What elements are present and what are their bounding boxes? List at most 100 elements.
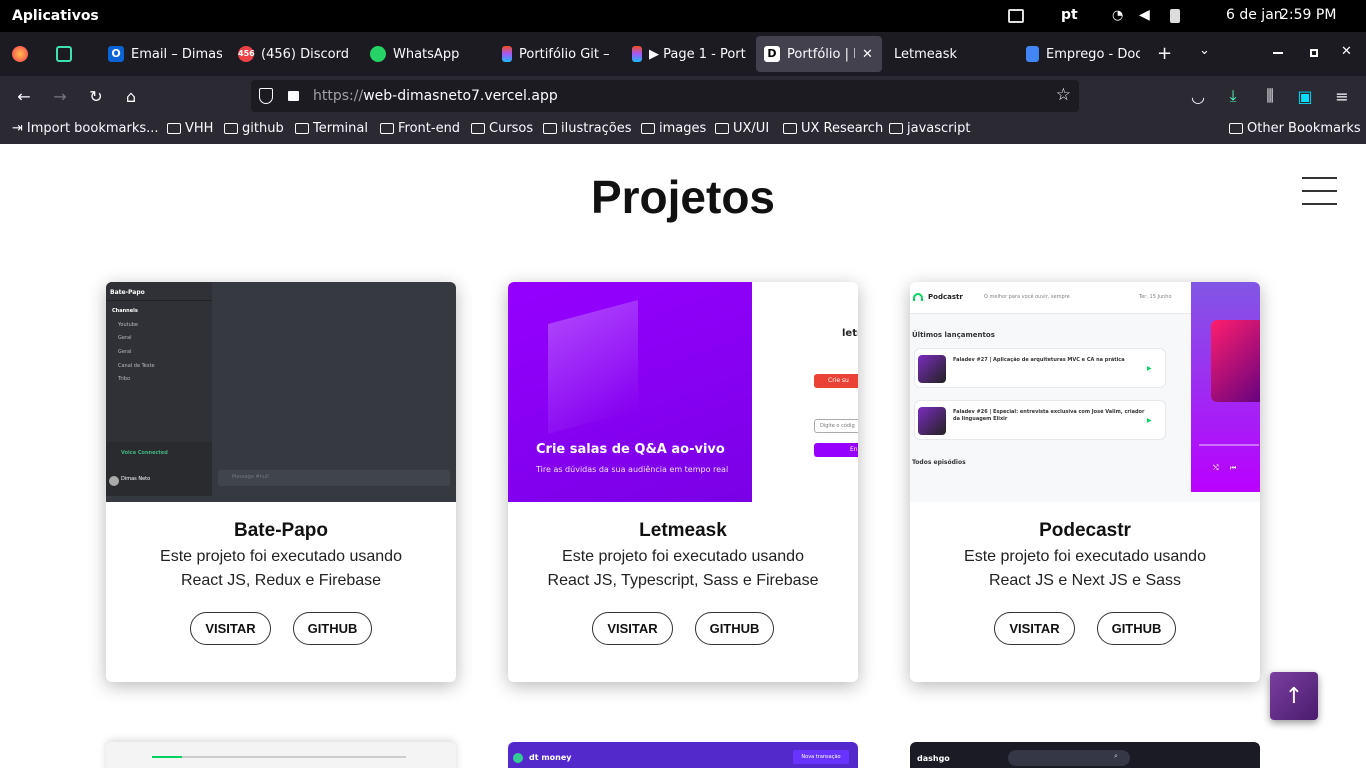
close-tab-icon[interactable]: ✕: [862, 47, 873, 62]
tab-whatsapp[interactable]: WhatsApp: [362, 36, 484, 72]
github-button[interactable]: GITHUB: [1097, 612, 1176, 645]
pocket-icon[interactable]: ◡: [1186, 84, 1210, 108]
shuffle-icon: ⤭: [1213, 464, 1219, 472]
new-tab-plus-icon[interactable]: +: [1157, 43, 1172, 64]
reload-icon[interactable]: ↻: [84, 84, 108, 108]
url-bar[interactable]: https:// web-dimasneto7.vercel.app ☆: [251, 80, 1079, 112]
github-button[interactable]: GITHUB: [695, 612, 774, 645]
episode-title: Faladev #26 | Especial: entrevista exclu…: [953, 409, 1145, 422]
tab-figma-portfolio[interactable]: Portifólio Git –: [494, 36, 616, 72]
scroll-to-top-button[interactable]: ↑: [1270, 672, 1318, 720]
wifi-icon[interactable]: ◔: [1112, 8, 1123, 23]
brand-logo: letm: [842, 328, 858, 339]
bookmark-folder[interactable]: UX Research: [783, 121, 883, 136]
bookmark-folder[interactable]: Terminal: [295, 121, 368, 136]
maximize-icon[interactable]: [1310, 49, 1318, 57]
dtmoney-brand: dt money: [529, 753, 572, 762]
visit-button[interactable]: VISITAR: [190, 612, 271, 645]
navigation-bar: ← → ↻ ⌂ https:// web-dimasneto7.vercel.a…: [0, 76, 1366, 116]
volume-icon[interactable]: ◀: [1139, 7, 1150, 23]
tab-docs[interactable]: Emprego - Doc: [1018, 36, 1140, 72]
channel-item: Canal de Teste: [118, 363, 155, 369]
project-thumbnail[interactable]: Bate-Papo Channels Youtube Geral Geral C…: [106, 282, 456, 502]
player-panel: ⤭ ⏮: [1191, 282, 1260, 492]
folder-icon: [641, 123, 655, 134]
headphones-icon: [913, 293, 923, 301]
folder-icon: [715, 123, 729, 134]
d-icon: D: [764, 46, 780, 62]
visit-button[interactable]: VISITAR: [592, 612, 673, 645]
channels-header: Channels: [112, 308, 138, 314]
shield-icon[interactable]: [259, 88, 273, 104]
arrow-up-icon: ↑: [1284, 683, 1304, 709]
site-menu-icon[interactable]: [1302, 177, 1337, 205]
project-description: Este projeto foi executado usando React …: [930, 545, 1240, 593]
folder-icon: [543, 123, 557, 134]
episode-card: Faladev #27 | Aplicação de arquiteturas …: [914, 348, 1166, 388]
bookmark-folder[interactable]: ilustrações: [543, 121, 632, 136]
tab-letmeask[interactable]: Letmeask: [886, 36, 1008, 72]
bookmark-label: UX/UI: [733, 121, 770, 136]
forward-arrow-icon[interactable]: →: [48, 84, 72, 108]
bookmark-folder[interactable]: Cursos: [471, 121, 533, 136]
voice-status: Voice Connected: [121, 450, 168, 456]
avatar: [109, 476, 119, 486]
figma-icon: [632, 46, 642, 62]
tab-discord[interactable]: 456 (456) Discord |: [230, 36, 352, 72]
user-name: Dimas Neto: [121, 476, 151, 482]
extension-icon[interactable]: ▣: [1293, 84, 1317, 108]
enter-button-label: En: [850, 446, 858, 453]
language-indicator[interactable]: pt: [1061, 7, 1081, 23]
bookmark-label: github: [242, 121, 284, 136]
project-card-dtmoney[interactable]: dt money Nova transação: [508, 742, 858, 768]
screen-icon[interactable]: [1008, 9, 1024, 23]
url-scheme: https://: [313, 88, 364, 104]
download-icon[interactable]: ⤓: [1221, 84, 1245, 108]
bookmark-label: ilustrações: [561, 121, 632, 136]
back-arrow-icon[interactable]: ←: [12, 84, 36, 108]
time-label[interactable]: 2:59 PM: [1280, 7, 1360, 23]
player-thumb: [1211, 320, 1260, 402]
bookmark-star-icon[interactable]: ☆: [1056, 85, 1071, 105]
project-thumbnail[interactable]: Crie salas de Q&A ao-vivo Tire as dúvida…: [508, 282, 858, 502]
github-button[interactable]: GITHUB: [293, 612, 372, 645]
folder-icon: [224, 123, 238, 134]
channel-item: Youtube: [118, 322, 138, 328]
home-icon[interactable]: ⌂: [119, 84, 143, 108]
hamburger-menu-icon[interactable]: ≡: [1330, 84, 1354, 108]
project-description: Este projeto foi executado usando React …: [528, 545, 838, 593]
minimize-icon[interactable]: [1273, 52, 1283, 54]
battery-icon[interactable]: [1170, 9, 1180, 23]
illustration: [548, 299, 638, 435]
apps-menu[interactable]: Aplicativos: [12, 8, 99, 24]
bookmark-folder[interactable]: Front-end: [380, 121, 460, 136]
list-tabs-chevron-icon[interactable]: ⌄: [1199, 43, 1210, 58]
lock-icon[interactable]: [288, 91, 299, 101]
library-icon[interactable]: ⫼: [1258, 84, 1282, 108]
bookmark-folder[interactable]: images: [641, 121, 706, 136]
bookmark-folder[interactable]: github: [224, 121, 284, 136]
code-placeholder: Digite o códig: [820, 423, 855, 429]
folder-icon: [889, 123, 903, 134]
project-card-dashgo[interactable]: dashgo ⌕: [910, 742, 1260, 768]
tab-portfolio-active[interactable]: D Portfólio | D ✕: [756, 36, 882, 72]
close-window-icon[interactable]: ✕: [1341, 44, 1352, 59]
bookmark-folder[interactable]: UX/UI: [715, 121, 769, 136]
project-card-next[interactable]: [106, 742, 456, 768]
bookmark-folder[interactable]: javascript: [889, 121, 970, 136]
other-bookmarks[interactable]: Other Bookmarks: [1229, 121, 1361, 136]
visit-button[interactable]: VISITAR: [994, 612, 1075, 645]
google-button-label: Crie su: [828, 377, 849, 384]
new-transaction-button: Nova transação: [793, 750, 849, 764]
tab-email[interactable]: O Email – Dimas: [100, 36, 222, 72]
firefox-menu-tab[interactable]: [4, 36, 36, 72]
bookmark-folder[interactable]: VHH: [167, 121, 213, 136]
tab-label: (456) Discord |: [261, 46, 352, 62]
project-thumbnail[interactable]: Podcastr O melhor para você ouvir, sempr…: [910, 282, 1260, 502]
bookmark-import[interactable]: ⇥ Import bookmarks...: [12, 121, 159, 136]
tab-figma-page[interactable]: ▶ Page 1 - Port: [624, 36, 746, 72]
bookmark-label: UX Research: [801, 121, 884, 136]
dtmoney-logo: [513, 753, 523, 763]
pinned-tab[interactable]: [48, 36, 82, 72]
hero-headline: Crie salas de Q&A ao-vivo: [536, 442, 725, 457]
